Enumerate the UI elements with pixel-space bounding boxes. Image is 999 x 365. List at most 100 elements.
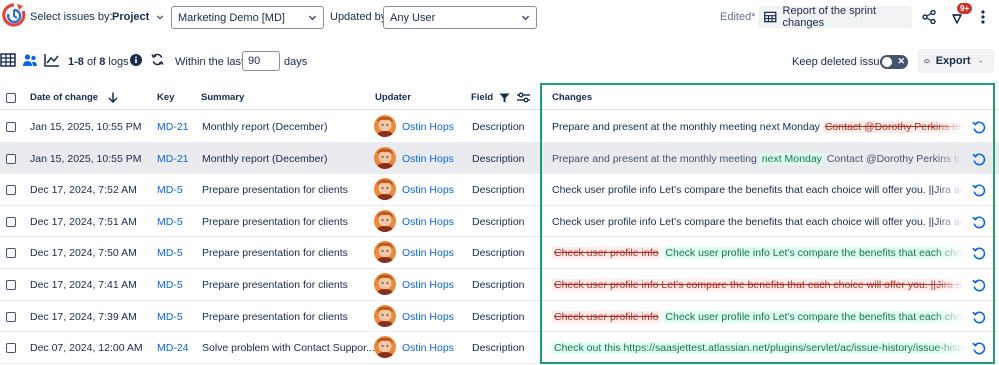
text-fade-overlay (934, 309, 964, 326)
change-text: Check user profile info Let’s compare th… (552, 215, 964, 228)
added-text: Check user profile info Let’s compare th… (663, 310, 964, 323)
updated-by-select[interactable]: Any User (383, 6, 537, 29)
refresh-icon[interactable] (151, 53, 164, 66)
row-summary: Prepare presentation for clients (202, 247, 348, 260)
row-field: Description (472, 342, 525, 355)
share-icon (922, 10, 936, 24)
notifications-button[interactable]: 9+ (946, 3, 973, 28)
revert-icon[interactable] (972, 183, 986, 197)
chart-icon[interactable] (44, 52, 60, 68)
row-summary: Prepare presentation for clients (202, 215, 348, 228)
row-issue-key-link[interactable]: MD-5 (157, 216, 183, 228)
updated-by-value: Any User (390, 11, 436, 24)
row-updater-link[interactable]: Ostin Hops (402, 311, 454, 323)
table-row[interactable]: Jan 15, 2025, 10:55 PM MD-21 Monthly repor… (0, 142, 999, 175)
info-icon[interactable] (130, 54, 142, 66)
row-issue-key-link[interactable]: MD-5 (157, 311, 183, 323)
chevron-down-icon (308, 15, 317, 21)
export-button[interactable]: Export (918, 49, 994, 73)
keep-deleted-toggle[interactable]: ✕ (880, 55, 908, 69)
row-updater-link[interactable]: Ostin Hops (402, 279, 454, 291)
column-header-summary[interactable]: Summary (201, 92, 244, 103)
revert-icon[interactable] (972, 215, 986, 229)
people-icon[interactable] (22, 52, 38, 68)
logs-total: 8 (99, 56, 106, 68)
revert-icon[interactable] (972, 310, 986, 324)
project-select[interactable]: Marketing Demo [MD] (171, 6, 324, 29)
row-issue-key-link[interactable]: MD-5 (157, 184, 183, 196)
change-text: Prepare and present at the monthly meeti… (552, 121, 823, 133)
row-issue-key-link[interactable]: MD-5 (157, 279, 183, 291)
more-options-button[interactable] (972, 6, 994, 28)
column-summary-label: Summary (201, 92, 245, 103)
row-updater-link[interactable]: Ostin Hops (402, 153, 454, 165)
row-updater-link[interactable]: Ostin Hops (402, 247, 454, 259)
row-issue-key-link[interactable]: MD-5 (157, 247, 183, 259)
select-issues-label: Select issues by: (30, 11, 113, 23)
row-issue-key-link[interactable]: MD-21 (157, 153, 189, 165)
column-header-key[interactable]: Key (157, 92, 174, 103)
row-checkbox[interactable] (6, 153, 16, 164)
sort-arrow-icon[interactable] (108, 92, 118, 103)
days-input[interactable]: 90 (242, 51, 280, 71)
avatar (374, 209, 396, 232)
table-row[interactable]: Dec 17, 2024, 7:51 AM MD-5 Prepare present… (0, 206, 999, 238)
revert-icon[interactable] (972, 278, 986, 292)
column-header-changes[interactable]: Changes (552, 92, 592, 103)
row-updater-link[interactable]: Ostin Hops (402, 342, 454, 354)
table-row[interactable]: Dec 17, 2024, 7:41 AM MD-5 Prepare present… (0, 269, 999, 301)
row-date: Dec 17, 2024, 7:41 AM (30, 279, 137, 291)
revert-icon[interactable] (972, 152, 986, 166)
logs-count: 1-8 of 8 logs (68, 56, 129, 68)
project-dropdown-button[interactable]: Project (106, 6, 170, 28)
row-checkbox[interactable] (6, 280, 16, 290)
text-fade-overlay (934, 246, 964, 263)
change-text: Prepare and present at the monthly meeti… (552, 152, 760, 165)
table-header: Date of change Key Summary Updater Field… (0, 84, 999, 110)
revert-icon[interactable] (972, 246, 986, 260)
row-updater-link[interactable]: Ostin Hops (402, 121, 454, 133)
row-checkbox[interactable] (6, 185, 16, 196)
row-updater-link[interactable]: Ostin Hops (402, 184, 454, 196)
row-issue-key-link[interactable]: MD-24 (157, 342, 189, 354)
row-checkbox[interactable] (6, 216, 16, 227)
column-header-field[interactable]: Field (471, 92, 531, 103)
added-text: Check out this https://saasjettest.atlas… (552, 342, 964, 355)
row-date: Dec 17, 2024, 7:51 AM (30, 215, 137, 228)
table-row[interactable]: Dec 07, 2024, 12:00 AM MD-24 Solve problem… (0, 332, 999, 364)
report-sprint-changes-button[interactable]: Report of the sprint changes (758, 5, 912, 29)
table-row[interactable]: Jan 15, 2025, 10:55 PM MD-21 Monthly repor… (0, 111, 999, 143)
row-changes: Check user profile info Let’s compare th… (552, 214, 964, 231)
revert-icon[interactable] (972, 120, 986, 134)
table-row[interactable]: Dec 17, 2024, 7:39 AM MD-5 Prepare present… (0, 301, 999, 333)
row-date: Dec 17, 2024, 7:52 AM (30, 184, 137, 197)
row-updater-link[interactable]: Ostin Hops (402, 216, 454, 228)
avatar (374, 304, 396, 327)
project-select-value: Marketing Demo [MD] (178, 11, 285, 24)
report-sprint-changes-label: Report of the sprint changes (782, 5, 877, 29)
filter-icon[interactable] (499, 93, 510, 103)
row-field: Description (472, 184, 525, 197)
row-checkbox[interactable] (6, 343, 16, 354)
row-changes: Check user profile info Check user profi… (552, 246, 964, 263)
row-checkbox[interactable] (6, 122, 16, 132)
column-header-updater[interactable]: Updater (375, 92, 411, 103)
row-issue-key-link[interactable]: MD-21 (157, 121, 189, 133)
notification-badge: 9+ (957, 3, 973, 14)
row-checkbox[interactable] (6, 311, 16, 322)
table-row[interactable]: Dec 17, 2024, 7:50 AM MD-5 Prepare present… (0, 237, 999, 269)
days-label: days (284, 56, 308, 68)
share-button[interactable] (918, 6, 940, 28)
row-field: Description (472, 247, 525, 260)
text-fade-overlay (934, 278, 964, 294)
table-row[interactable]: Dec 17, 2024, 7:52 AM MD-5 Prepare present… (0, 174, 999, 206)
revert-icon[interactable] (972, 341, 986, 355)
table-view-icon[interactable] (0, 52, 16, 68)
row-checkbox[interactable] (6, 248, 16, 259)
row-summary: Monthly report (December) (202, 152, 328, 165)
row-date: Dec 17, 2024, 7:39 AM (30, 310, 137, 323)
select-all-checkbox[interactable] (6, 93, 16, 103)
row-summary: Solve problem with Contact Suppor... (202, 342, 375, 355)
column-header-date[interactable]: Date of change (30, 92, 118, 103)
settings-sliders-icon[interactable] (517, 92, 531, 103)
